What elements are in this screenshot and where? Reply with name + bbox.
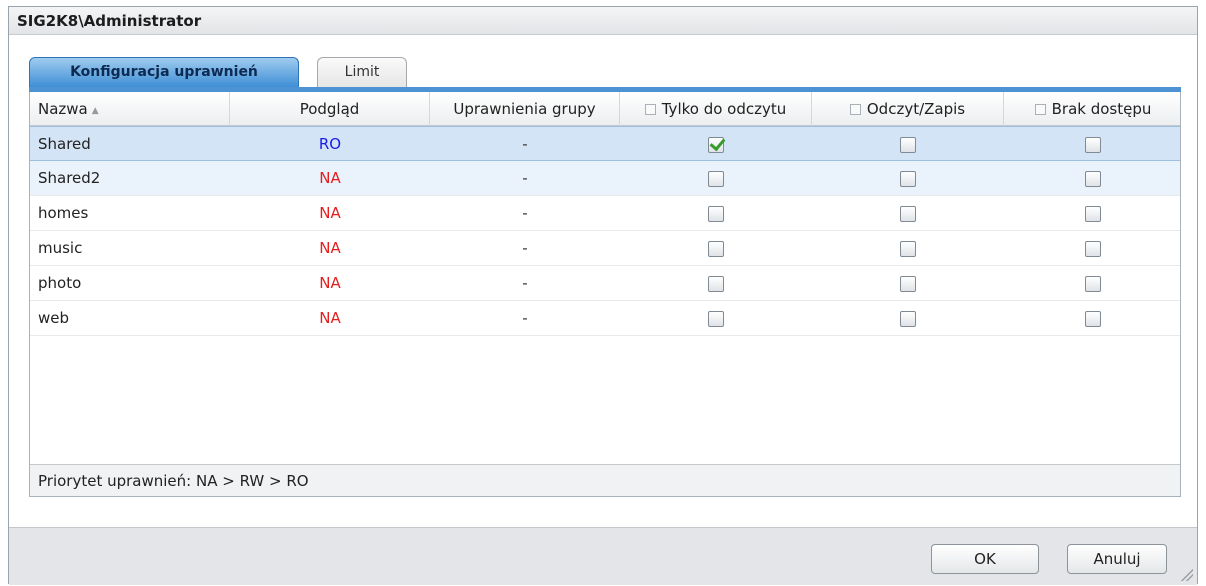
readwrite-checkbox[interactable] (900, 240, 916, 257)
table-row[interactable]: Shared2 NA - (30, 161, 1180, 196)
permission-priority-status: Priorytet uprawnień: NA > RW > RO (30, 464, 1180, 496)
row-name: Shared (38, 135, 91, 153)
table-row[interactable]: photo NA - (30, 266, 1180, 301)
row-group-permission: - (522, 274, 528, 292)
column-header-group[interactable]: Uprawnienia grupy (430, 92, 620, 126)
row-name: web (38, 309, 70, 327)
row-preview: NA (319, 309, 341, 327)
noaccess-checkbox[interactable] (1085, 170, 1101, 187)
grid-header: Nazwa ▲ Podgląd Uprawnienia grupy Tylko d… (30, 92, 1180, 126)
row-preview: NA (319, 274, 341, 292)
readonly-checkbox[interactable] (708, 205, 724, 222)
window-title: SIG2K8\Administrator (9, 7, 1197, 35)
dialog-button-bar: OK Anuluj (9, 527, 1197, 585)
readonly-checkbox[interactable] (708, 240, 724, 257)
column-header-preview[interactable]: Podgląd (230, 92, 430, 126)
readwrite-checkbox[interactable] (900, 205, 916, 222)
table-row[interactable]: web NA - (30, 301, 1180, 336)
column-header-noaccess-label: Brak dostępu (1051, 100, 1152, 118)
permissions-dialog: SIG2K8\Administrator Konfiguracja uprawn… (8, 6, 1198, 585)
cancel-button[interactable]: Anuluj (1067, 544, 1167, 574)
row-group-permission: - (522, 135, 528, 153)
noaccess-checkbox[interactable] (1085, 136, 1101, 153)
readonly-checkbox[interactable] (708, 310, 724, 327)
noaccess-checkbox[interactable] (1085, 275, 1101, 292)
row-preview: NA (319, 239, 341, 257)
readonly-checkbox[interactable] (708, 136, 724, 153)
table-row[interactable]: homes NA - (30, 196, 1180, 231)
column-header-name[interactable]: Nazwa ▲ (30, 92, 230, 126)
column-header-readwrite-label: Odczyt/Zapis (866, 100, 966, 118)
select-all-noaccess-checkbox[interactable] (1034, 104, 1046, 115)
column-header-noaccess[interactable]: Brak dostępu (1004, 92, 1182, 126)
readonly-checkbox[interactable] (708, 275, 724, 292)
column-header-readonly[interactable]: Tylko do odczytu (620, 92, 812, 126)
readonly-checkbox[interactable] (708, 170, 724, 187)
row-name: photo (38, 274, 82, 292)
noaccess-checkbox[interactable] (1085, 205, 1101, 222)
row-group-permission: - (522, 169, 528, 187)
tab-limit[interactable]: Limit (317, 57, 407, 87)
readwrite-checkbox[interactable] (900, 136, 916, 153)
column-header-name-label: Nazwa (38, 100, 88, 118)
readwrite-checkbox[interactable] (900, 275, 916, 292)
resize-grip-icon[interactable] (1181, 569, 1193, 581)
table-row[interactable]: Shared RO - (30, 126, 1180, 161)
noaccess-checkbox[interactable] (1085, 310, 1101, 327)
ok-button[interactable]: OK (931, 544, 1039, 574)
column-header-readonly-label: Tylko do odczytu (661, 100, 787, 118)
sort-ascending-icon: ▲ (91, 106, 99, 116)
tab-permissions-config[interactable]: Konfiguracja uprawnień (29, 57, 299, 87)
select-all-readonly-checkbox[interactable] (644, 104, 656, 115)
row-name: homes (38, 204, 89, 222)
row-preview: NA (319, 169, 341, 187)
permissions-grid: Nazwa ▲ Podgląd Uprawnienia grupy Tylko d… (29, 92, 1181, 497)
row-group-permission: - (522, 239, 528, 257)
row-preview: NA (319, 204, 341, 222)
column-header-readwrite[interactable]: Odczyt/Zapis (812, 92, 1004, 126)
row-name: Shared2 (38, 169, 101, 187)
row-group-permission: - (522, 309, 528, 327)
row-name: music (38, 239, 83, 257)
row-preview: RO (318, 135, 342, 153)
table-row[interactable]: music NA - (30, 231, 1180, 266)
readwrite-checkbox[interactable] (900, 310, 916, 327)
row-group-permission: - (522, 204, 528, 222)
noaccess-checkbox[interactable] (1085, 240, 1101, 257)
select-all-readwrite-checkbox[interactable] (849, 104, 861, 115)
readwrite-checkbox[interactable] (900, 170, 916, 187)
